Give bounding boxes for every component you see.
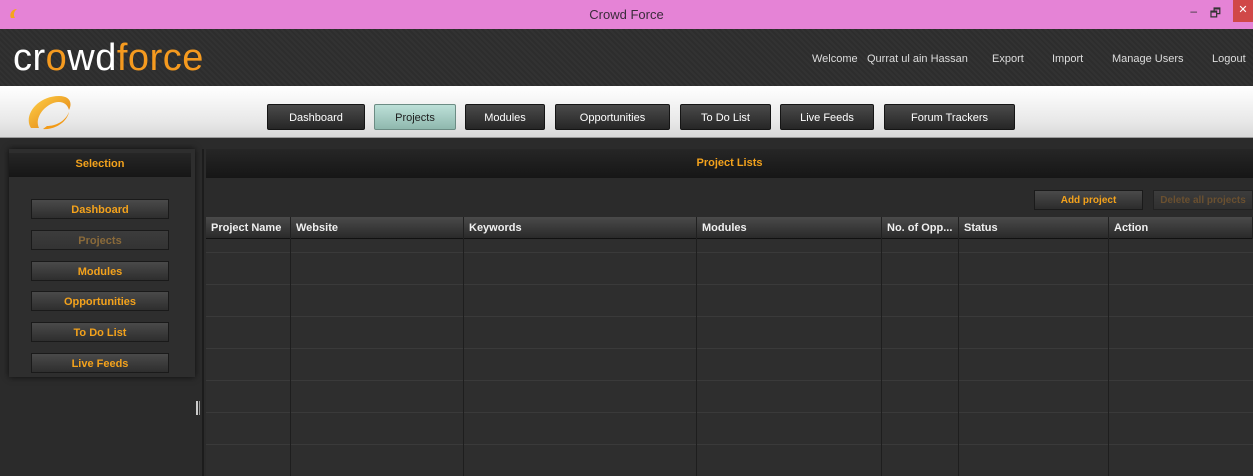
sidebar-item-modules[interactable]: Modules	[31, 261, 169, 281]
column-keywords[interactable]: Keywords	[464, 217, 697, 239]
column-divider	[463, 239, 464, 476]
nav-opportunities-button[interactable]: Opportunities	[555, 104, 670, 130]
nav-projects-button[interactable]: Projects	[374, 104, 456, 130]
column-divider	[696, 239, 697, 476]
splitter-handle[interactable]	[196, 401, 200, 415]
column-divider	[958, 239, 959, 476]
sidebar-title: Selection	[9, 153, 191, 177]
add-project-button[interactable]: Add project	[1034, 190, 1143, 210]
export-link[interactable]: Export	[992, 53, 1024, 65]
minimize-button[interactable]: –	[1190, 4, 1197, 18]
selection-sidebar: Selection Dashboard Projects Modules Opp…	[9, 149, 195, 377]
project-lists-header: Project Lists	[206, 149, 1253, 178]
logo-text-cr: cr	[13, 37, 46, 79]
swoosh-logo-icon	[28, 96, 71, 130]
projects-table: Project Name Website Keywords Modules No…	[206, 217, 1253, 476]
restore-button[interactable]: 🗗	[1210, 4, 1221, 25]
window-title-bar: Crowd Force – 🗗 ✕	[0, 0, 1253, 29]
brand-header: crowdforce Welcome Qurrat ul ain Hassan …	[0, 29, 1253, 86]
column-divider	[881, 239, 882, 476]
column-modules[interactable]: Modules	[697, 217, 882, 239]
panel-divider	[202, 149, 204, 476]
window-title: Crowd Force	[589, 7, 664, 22]
logo-text-wd: wd	[67, 37, 117, 79]
column-divider	[290, 239, 291, 476]
column-status[interactable]: Status	[959, 217, 1109, 239]
sidebar-item-opportunities[interactable]: Opportunities	[31, 291, 169, 311]
nav-live-feeds-button[interactable]: Live Feeds	[780, 104, 874, 130]
sidebar-item-live-feeds[interactable]: Live Feeds	[31, 353, 169, 373]
logo-text-force: force	[116, 37, 204, 79]
main-nav-bar: Dashboard Projects Modules Opportunities…	[0, 86, 1253, 138]
sidebar-item-dashboard[interactable]: Dashboard	[31, 199, 169, 219]
user-name: Qurrat ul ain Hassan	[867, 53, 968, 65]
nav-forum-trackers-button[interactable]: Forum Trackers	[884, 104, 1015, 130]
nav-modules-button[interactable]: Modules	[465, 104, 545, 130]
logout-link[interactable]: Logout	[1212, 53, 1246, 65]
nav-dashboard-button[interactable]: Dashboard	[267, 104, 365, 130]
close-button[interactable]: ✕	[1233, 0, 1253, 22]
import-link[interactable]: Import	[1052, 53, 1083, 65]
nav-todo-button[interactable]: To Do List	[680, 104, 771, 130]
column-divider	[1108, 239, 1109, 476]
table-header: Project Name Website Keywords Modules No…	[206, 217, 1253, 239]
delete-all-projects-button: Delete all projects	[1153, 190, 1253, 210]
manage-users-link[interactable]: Manage Users	[1112, 53, 1184, 65]
welcome-label: Welcome	[812, 53, 858, 65]
crowdforce-logo: crowdforce	[13, 37, 204, 80]
column-action[interactable]: Action	[1109, 217, 1253, 239]
column-no-of-opportunities[interactable]: No. of Opp...	[882, 217, 959, 239]
column-website[interactable]: Website	[291, 217, 464, 239]
column-project-name[interactable]: Project Name	[206, 217, 291, 239]
sidebar-item-todo[interactable]: To Do List	[31, 322, 169, 342]
logo-text-o: o	[45, 37, 68, 79]
sidebar-item-projects: Projects	[31, 230, 169, 250]
